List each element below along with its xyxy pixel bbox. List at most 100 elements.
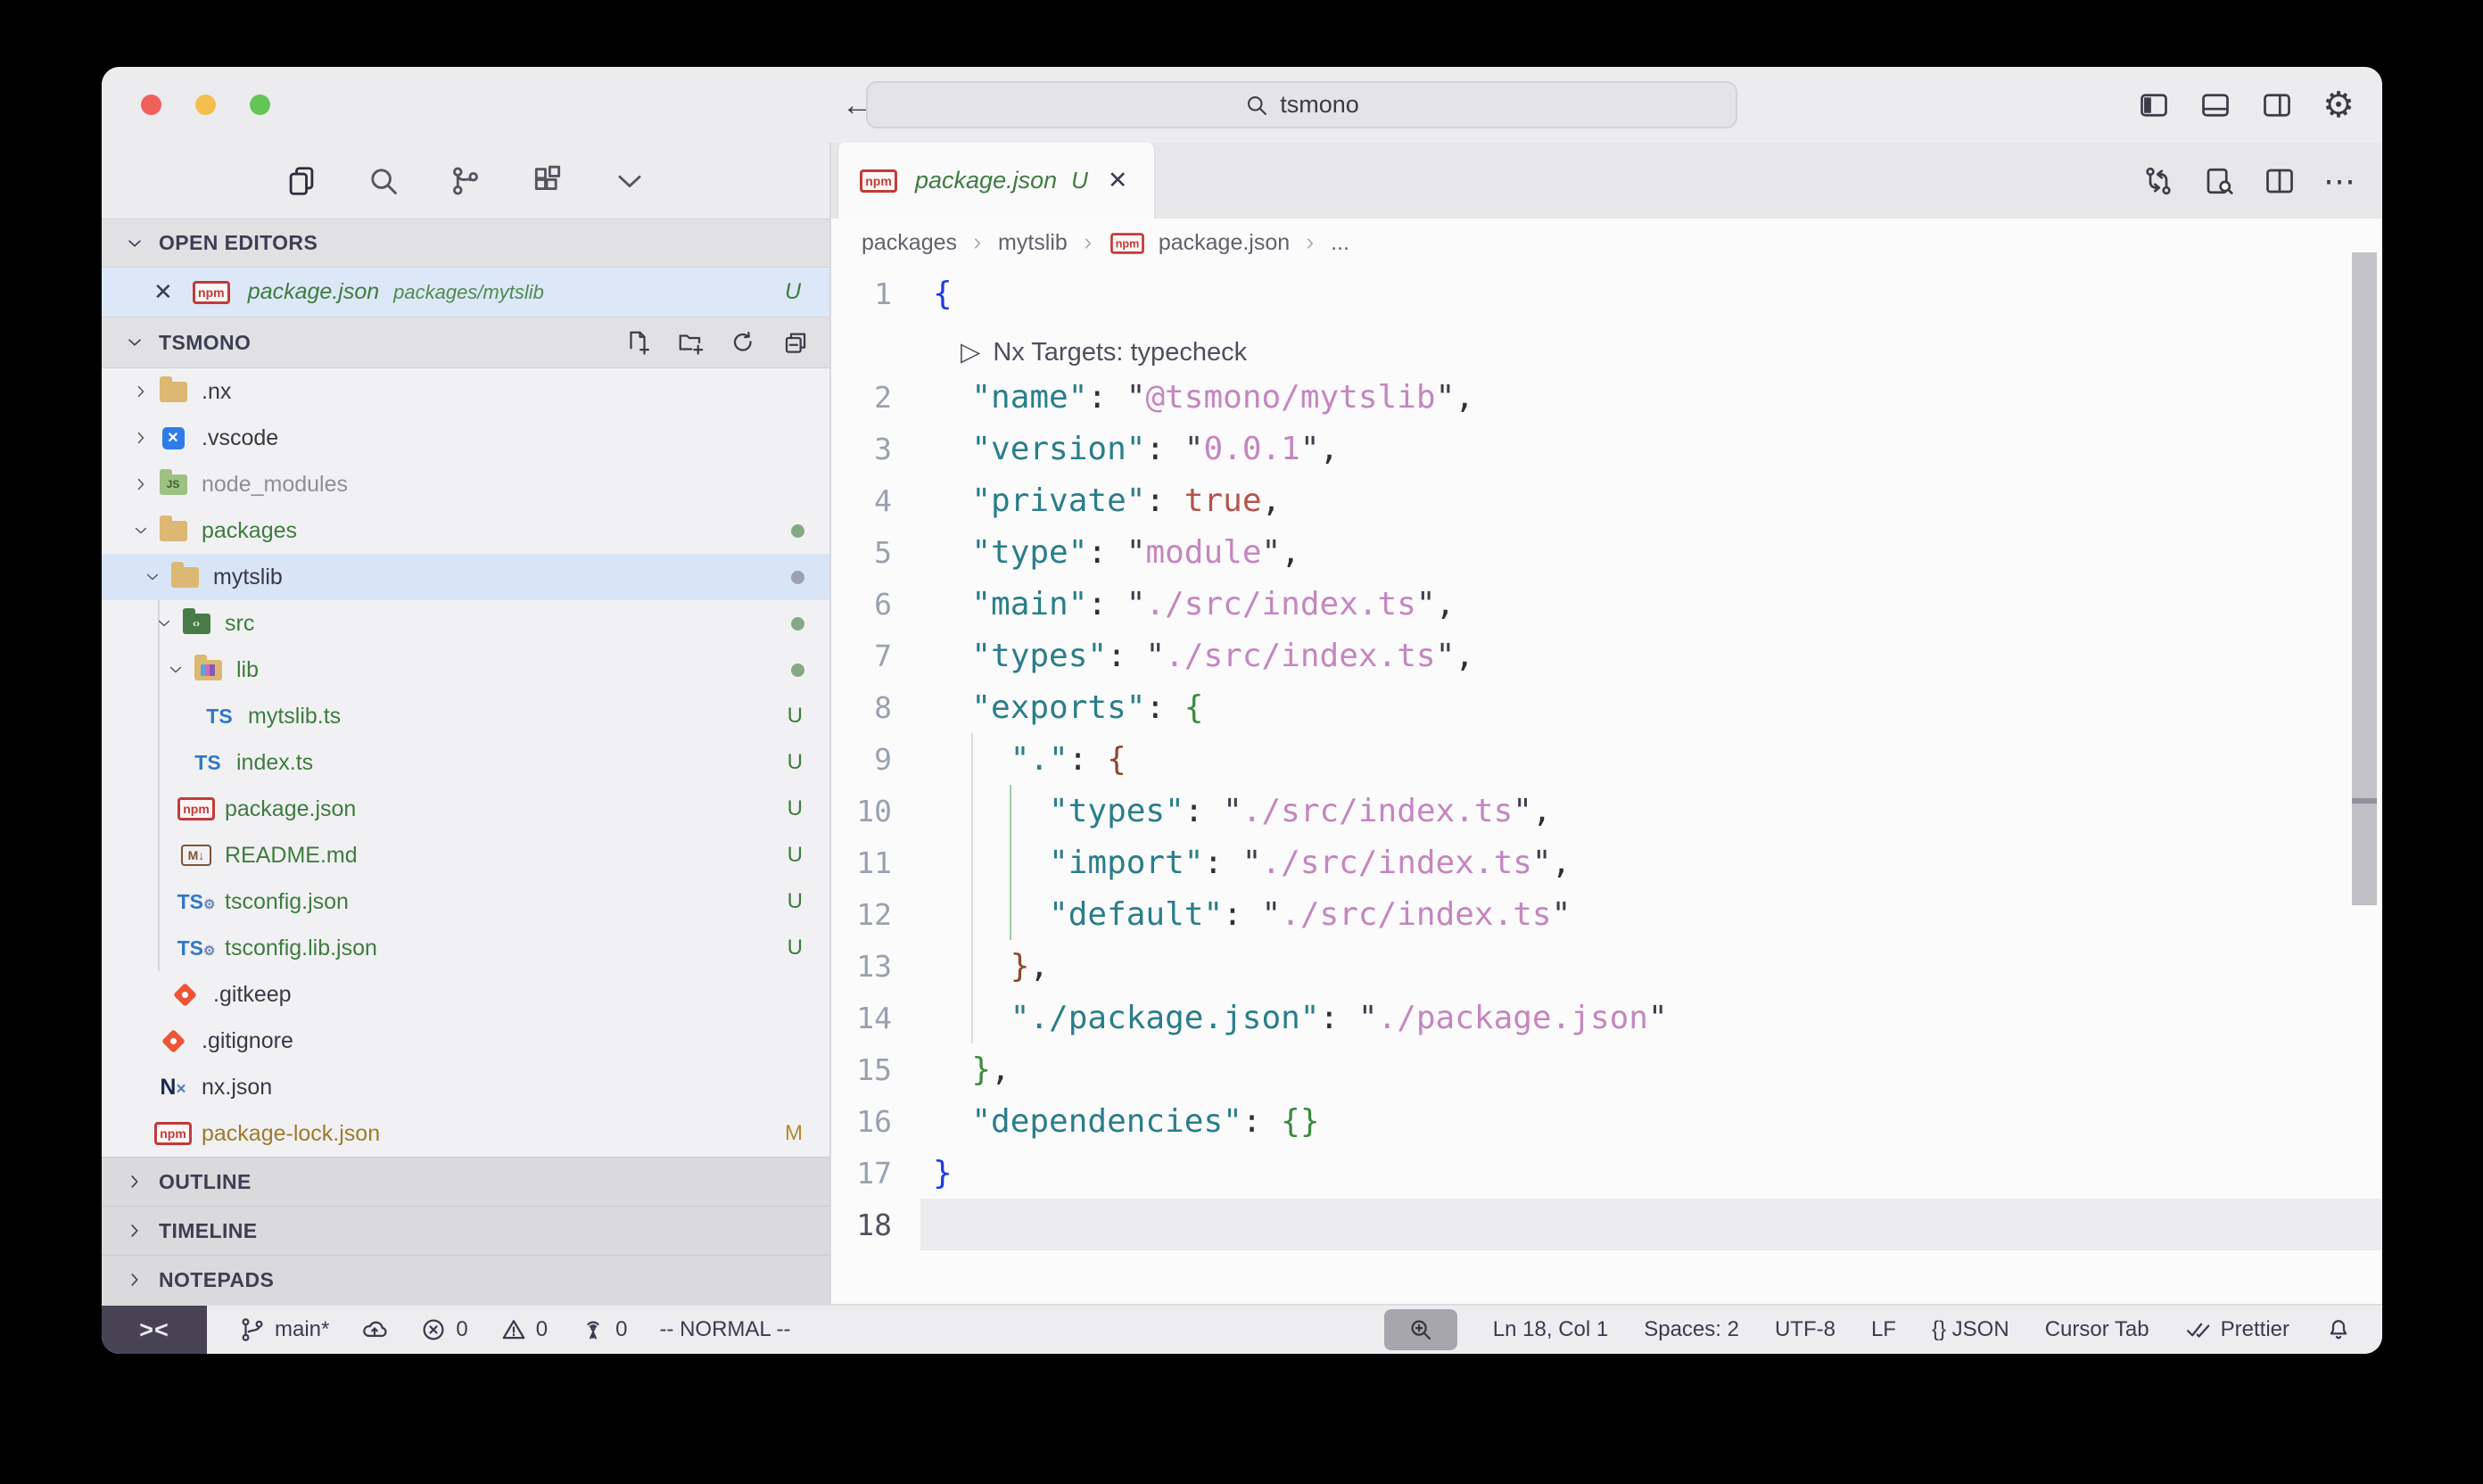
tree-item--gitkeep[interactable]: .gitkeep bbox=[102, 971, 829, 1018]
code-line-3[interactable]: 3 "version": "0.0.1", bbox=[831, 423, 2382, 474]
close-window-button[interactable] bbox=[141, 95, 161, 115]
code-line-12[interactable]: 12 "default": "./src/index.ts" bbox=[831, 888, 2382, 940]
scrollbar-thumb[interactable] bbox=[2352, 252, 2377, 798]
status-item-warning[interactable]: 0 bbox=[500, 1316, 548, 1343]
file-icon-slot: ‹› bbox=[177, 614, 216, 634]
activity-item-search-icon[interactable] bbox=[366, 163, 401, 199]
section-header-timeline[interactable]: TIMELINE bbox=[102, 1206, 829, 1255]
activity-item-extensions-icon[interactable] bbox=[530, 163, 565, 199]
tree-item-package-json[interactable]: npmpackage.jsonU bbox=[102, 786, 829, 832]
activity-item-more-icon[interactable] bbox=[612, 163, 648, 199]
section-header-outline[interactable]: OUTLINE bbox=[102, 1157, 829, 1206]
tree-item-mytslib[interactable]: mytslib bbox=[102, 554, 829, 600]
status-item--json[interactable]: {} JSON bbox=[1932, 1317, 2009, 1342]
code-line-2[interactable]: 2 "name": "@tsmono/mytslib", bbox=[831, 371, 2382, 423]
status-item-cloud-upload[interactable] bbox=[361, 1316, 388, 1343]
close-icon[interactable]: ✕ bbox=[153, 278, 173, 306]
chevron-down-icon[interactable] bbox=[152, 611, 177, 636]
chevron-down-icon[interactable] bbox=[128, 518, 153, 543]
code-line-4[interactable]: 4 "private": true, bbox=[831, 474, 2382, 526]
tree-item-index-ts[interactable]: TSindex.tsU bbox=[102, 739, 829, 786]
code-line-8[interactable]: 8 "exports": { bbox=[831, 681, 2382, 733]
status-item-branch[interactable]: main* bbox=[239, 1316, 329, 1343]
chevron-down-icon[interactable] bbox=[140, 565, 165, 589]
chevron-right-icon[interactable] bbox=[128, 425, 153, 450]
chevron-right-icon[interactable] bbox=[128, 379, 153, 404]
tree-item-packages[interactable]: packages bbox=[102, 507, 829, 554]
toggle-secondary-sidebar-icon[interactable] bbox=[2260, 88, 2294, 122]
vertical-scrollbar[interactable] bbox=[2352, 252, 2377, 905]
status-item-error[interactable]: 0 bbox=[420, 1316, 467, 1343]
activity-item-explorer-icon[interactable] bbox=[284, 163, 319, 199]
status-item--normal-[interactable]: -- NORMAL -- bbox=[659, 1317, 790, 1342]
open-changes-icon[interactable] bbox=[2141, 164, 2175, 198]
code-line-6[interactable]: 6 "main": "./src/index.ts", bbox=[831, 578, 2382, 630]
status-item-lf[interactable]: LF bbox=[1871, 1317, 1896, 1342]
tab-package-json[interactable]: npm package.json U ✕ bbox=[837, 143, 1155, 218]
tree-item-readme-md[interactable]: M↓README.mdU bbox=[102, 832, 829, 878]
open-preview-icon[interactable] bbox=[2202, 164, 2236, 198]
status-item-bell[interactable] bbox=[2325, 1316, 2352, 1343]
new-folder-icon[interactable] bbox=[676, 328, 705, 357]
breadcrumb-item[interactable]: packages bbox=[862, 230, 957, 256]
activity-item-source-control-icon[interactable] bbox=[448, 163, 483, 199]
tree-item-nx-json[interactable]: N×nx.json bbox=[102, 1064, 829, 1110]
code-line-9[interactable]: 9 ".": { bbox=[831, 733, 2382, 785]
section-header-notepads[interactable]: NOTEPADS bbox=[102, 1255, 829, 1304]
remote-indicator[interactable]: >< bbox=[102, 1306, 207, 1354]
code-line-5[interactable]: 5 "type": "module", bbox=[831, 526, 2382, 578]
code-line-1[interactable]: 1{ bbox=[831, 268, 2382, 319]
minimize-window-button[interactable] bbox=[195, 95, 216, 115]
zoom-window-button[interactable] bbox=[250, 95, 270, 115]
more-actions-icon[interactable]: ⋯ bbox=[2323, 164, 2357, 198]
code-line-17[interactable]: 17} bbox=[831, 1147, 2382, 1199]
split-editor-icon[interactable] bbox=[2263, 164, 2297, 198]
chevron-right-icon[interactable] bbox=[128, 472, 153, 497]
breadcrumb-item[interactable]: package.json bbox=[1159, 230, 1290, 256]
chevron-down-icon[interactable] bbox=[163, 657, 188, 682]
toggle-primary-sidebar-icon[interactable] bbox=[2137, 88, 2171, 122]
tree-item-package-lock-json[interactable]: npmpackage-lock.jsonM bbox=[102, 1110, 829, 1157]
command-center-search[interactable]: tsmono bbox=[866, 81, 1737, 128]
code-line-14[interactable]: 14 "./package.json": "./package.json" bbox=[831, 992, 2382, 1043]
tab-close-icon[interactable]: ✕ bbox=[1108, 167, 1128, 194]
tree-item-node-modules[interactable]: JSnode_modules bbox=[102, 461, 829, 507]
open-editors-header[interactable]: OPEN EDITORS bbox=[102, 218, 829, 268]
editor-window: ← → tsmono ⚙ OPEN EDITORS ✕ npm pac bbox=[102, 67, 2382, 1354]
codelens-nx-targets[interactable]: ▷Nx Targets: typecheck bbox=[831, 319, 2382, 371]
tree-item--vscode[interactable]: ✕.vscode bbox=[102, 415, 829, 461]
tree-item-mytslib-ts[interactable]: TSmytslib.tsU bbox=[102, 693, 829, 739]
code-line-13[interactable]: 13 }, bbox=[831, 940, 2382, 992]
tree-item-tsconfig-json[interactable]: TS⚙tsconfig.jsonU bbox=[102, 878, 829, 925]
tree-item-src[interactable]: ‹›src bbox=[102, 600, 829, 647]
new-file-icon[interactable] bbox=[623, 328, 652, 357]
status-item-spaces-2[interactable]: Spaces: 2 bbox=[1644, 1317, 1739, 1342]
code-line-18[interactable]: 18 bbox=[831, 1199, 2382, 1250]
code-line-10[interactable]: 10 "types": "./src/index.ts", bbox=[831, 785, 2382, 837]
tree-item-tsconfig-lib-json[interactable]: TS⚙tsconfig.lib.jsonU bbox=[102, 925, 829, 971]
modified-dot-badge bbox=[791, 664, 804, 677]
open-editor-item[interactable]: ✕ npm package.json packages/mytslib U bbox=[102, 268, 829, 317]
status-item-double-check[interactable]: Prettier bbox=[2185, 1316, 2289, 1343]
code-line-11[interactable]: 11 "import": "./src/index.ts", bbox=[831, 837, 2382, 888]
settings-gear-icon[interactable]: ⚙ bbox=[2322, 88, 2355, 122]
code-editor[interactable]: 1{▷Nx Targets: typecheck2 "name": "@tsmo… bbox=[831, 268, 2382, 1304]
collapse-all-icon[interactable] bbox=[781, 328, 810, 357]
code-line-15[interactable]: 15 }, bbox=[831, 1043, 2382, 1095]
tree-item--gitignore[interactable]: .gitignore bbox=[102, 1018, 829, 1064]
toggle-panel-icon[interactable] bbox=[2198, 88, 2232, 122]
explorer-section-header[interactable]: TSMONO bbox=[102, 317, 829, 368]
code-line-7[interactable]: 7 "types": "./src/index.ts", bbox=[831, 630, 2382, 681]
status-item-zoom-in[interactable] bbox=[1384, 1309, 1457, 1350]
code-line-16[interactable]: 16 "dependencies": {} bbox=[831, 1095, 2382, 1147]
tree-item-lib[interactable]: lib bbox=[102, 647, 829, 693]
tree-item--nx[interactable]: .nx bbox=[102, 368, 829, 415]
breadcrumb-item[interactable]: mytslib bbox=[998, 230, 1068, 256]
status-item-utf-8[interactable]: UTF-8 bbox=[1775, 1317, 1835, 1342]
status-item-ln-18-col-1[interactable]: Ln 18, Col 1 bbox=[1493, 1317, 1608, 1342]
status-item-radio-tower[interactable]: 0 bbox=[580, 1316, 627, 1343]
scrollbar-thumb[interactable] bbox=[2352, 804, 2377, 905]
status-item-cursor-tab[interactable]: Cursor Tab bbox=[2045, 1317, 2149, 1342]
refresh-icon[interactable] bbox=[729, 328, 757, 357]
breadcrumb-item[interactable]: ... bbox=[1331, 230, 1349, 256]
